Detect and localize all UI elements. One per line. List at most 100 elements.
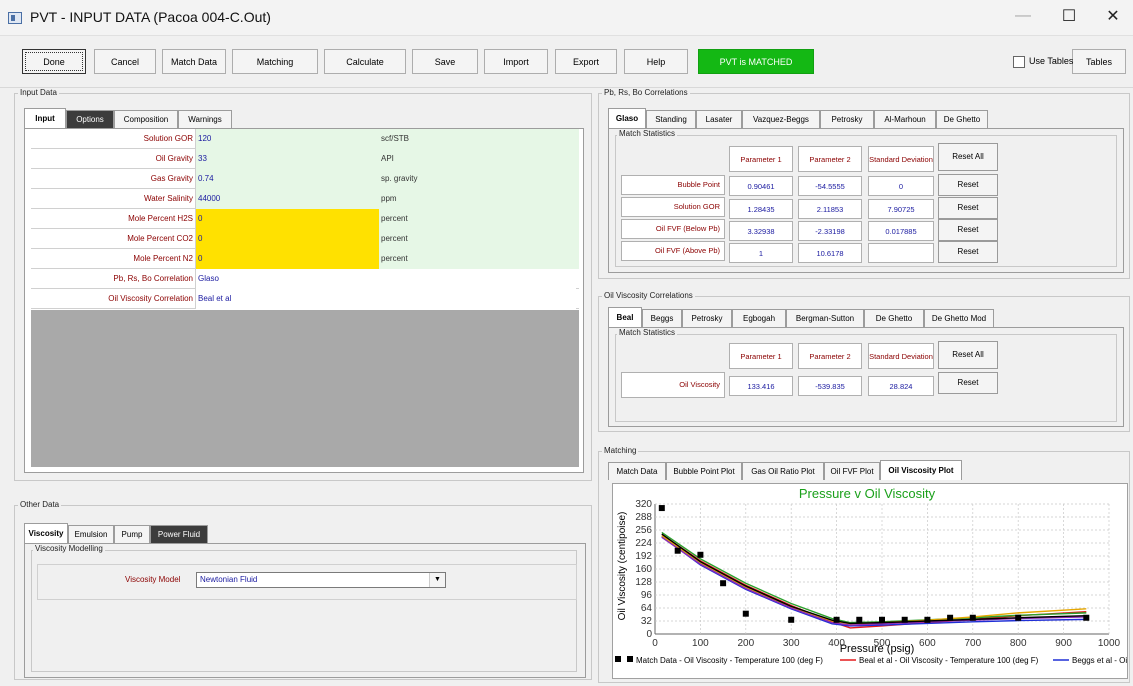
header-parameter-1: Parameter 1 — [729, 146, 793, 172]
row-label: Oil Gravity — [31, 149, 196, 169]
reset-all-button[interactable]: Reset All — [938, 341, 998, 369]
tab-petrosky[interactable]: Petrosky — [820, 110, 874, 128]
row-unit: scf/STB — [379, 129, 579, 149]
save-button[interactable]: Save — [412, 49, 478, 74]
close-button[interactable]: ✕ — [1090, 0, 1133, 32]
other-tabs: Viscosity Emulsion Pump Power Fluid — [24, 523, 324, 545]
water-salinity-field[interactable]: 44000 — [196, 189, 379, 209]
reset-button[interactable]: Reset — [938, 372, 998, 394]
x-tick-label: 300 — [783, 638, 800, 649]
tab-oil-viscosity-plot[interactable]: Oil Viscosity Plot — [880, 460, 962, 480]
tab-power-fluid[interactable]: Power Fluid — [150, 525, 208, 543]
gas-gravity-field[interactable]: 0.74 — [196, 169, 379, 189]
viscosity-panel: Viscosity Modelling Viscosity Model — [24, 543, 586, 678]
data-point — [856, 616, 863, 623]
stat-value: 7.90725 — [868, 199, 934, 219]
viscosity-correlation-field[interactable]: Beal et al — [196, 289, 576, 309]
import-button[interactable]: Import — [484, 49, 548, 74]
grid-empty-area — [31, 310, 579, 467]
viscosity-correlations-label: Oil Viscosity Correlations — [602, 291, 695, 300]
visc-tabs: Beal Beggs Petrosky Egbogah Bergman-Sutt… — [608, 307, 1128, 329]
tab-gas-oil-ratio-plot[interactable]: Gas Oil Ratio Plot — [742, 462, 824, 480]
viscosity-model-label: Viscosity Model — [125, 575, 181, 584]
pb-correlation-field[interactable]: Glaso — [196, 269, 576, 289]
minimize-button[interactable]: — — [1000, 0, 1046, 32]
data-point — [833, 616, 840, 623]
tab-beal[interactable]: Beal — [608, 307, 642, 327]
tab-pump[interactable]: Pump — [114, 525, 150, 543]
data-point — [720, 580, 727, 587]
x-tick-label: 400 — [828, 638, 845, 649]
tab-oil-fvf-plot[interactable]: Oil FVF Plot — [824, 462, 880, 480]
header-parameter-2: Parameter 2 — [798, 343, 862, 369]
pb-tabs: Glaso Standing Lasater Vazquez-Beggs Pet… — [608, 108, 1128, 130]
stat-value: 0.90461 — [729, 176, 793, 196]
table-row: Mole Percent H2S 0 percent — [31, 209, 579, 229]
done-button[interactable]: Done — [22, 49, 86, 74]
viscosity-model-select[interactable]: Newtonian Fluid ▼ — [196, 572, 446, 588]
reset-button[interactable]: Reset — [938, 219, 998, 241]
row-label: Mole Percent H2S — [31, 209, 196, 229]
reset-button[interactable]: Reset — [938, 174, 998, 196]
tab-warnings[interactable]: Warnings — [178, 110, 232, 128]
tab-petrosky[interactable]: Petrosky — [682, 309, 732, 327]
match-data-button[interactable]: Match Data — [162, 49, 226, 74]
matching-tabs: Match Data Bubble Point Plot Gas Oil Rat… — [608, 460, 1128, 482]
reset-all-button[interactable]: Reset All — [938, 143, 998, 171]
row-label: Oil Viscosity — [621, 372, 725, 398]
tab-match-data[interactable]: Match Data — [608, 462, 666, 480]
row-unit: ppm — [379, 189, 579, 209]
export-button[interactable]: Export — [555, 49, 617, 74]
cancel-button[interactable]: Cancel — [94, 49, 156, 74]
oil-gravity-field[interactable]: 33 — [196, 149, 379, 169]
solution-gor-field[interactable]: 120 — [196, 129, 379, 149]
help-button[interactable]: Help — [624, 49, 688, 74]
tab-viscosity[interactable]: Viscosity — [24, 523, 68, 543]
tab-input[interactable]: Input — [24, 108, 66, 128]
tab-beggs[interactable]: Beggs — [642, 309, 682, 327]
tab-bubble-point-plot[interactable]: Bubble Point Plot — [666, 462, 742, 480]
x-tick-label: 1000 — [1098, 638, 1121, 649]
tables-button[interactable]: Tables — [1072, 49, 1126, 74]
legend-label: Match Data - Oil Viscosity - Temperature… — [636, 656, 823, 665]
tab-composition[interactable]: Composition — [114, 110, 178, 128]
tab-egbogah[interactable]: Egbogah — [732, 309, 786, 327]
use-tables-checkbox[interactable] — [1013, 56, 1025, 68]
tab-de-ghetto[interactable]: De Ghetto — [864, 309, 924, 327]
row-label: Water Salinity — [31, 189, 196, 209]
row-label: Oil FVF (Above Pb) — [621, 241, 725, 261]
data-point — [1083, 614, 1090, 621]
maximize-button[interactable]: ☐ — [1046, 0, 1092, 32]
input-tabs: Input Options Composition Warnings — [24, 108, 594, 130]
reset-button[interactable]: Reset — [938, 241, 998, 263]
header-parameter-2: Parameter 2 — [798, 146, 862, 172]
tab-lasater[interactable]: Lasater — [696, 110, 742, 128]
use-tables-label: Use Tables — [1029, 56, 1074, 66]
row-label: Solution GOR — [621, 197, 725, 217]
h2s-field[interactable]: 0 — [196, 209, 379, 229]
tab-vazquez-beggs[interactable]: Vazquez-Beggs — [742, 110, 820, 128]
pb-correlations-label: Pb, Rs, Bo Correlations — [602, 88, 690, 97]
reset-button[interactable]: Reset — [938, 197, 998, 219]
toolbar: Done Cancel Match Data Matching Calculat… — [0, 36, 1133, 88]
tab-al-marhoun[interactable]: Al-Marhoun — [874, 110, 936, 128]
tab-bergman-sutton[interactable]: Bergman-Sutton — [786, 309, 864, 327]
stat-value: 2.11853 — [798, 199, 862, 219]
data-point — [788, 616, 795, 623]
tab-de-ghetto-mod[interactable]: De Ghetto Mod — [924, 309, 994, 327]
co2-field[interactable]: 0 — [196, 229, 379, 249]
pb-match-stats-label: Match Statistics — [617, 129, 678, 138]
tab-options[interactable]: Options — [66, 110, 114, 128]
tab-de-ghetto[interactable]: De Ghetto — [936, 110, 988, 128]
tab-standing[interactable]: Standing — [646, 110, 696, 128]
x-tick-label: 900 — [1055, 638, 1072, 649]
tab-glaso[interactable]: Glaso — [608, 108, 646, 128]
n2-field[interactable]: 0 — [196, 249, 379, 269]
matching-button[interactable]: Matching — [232, 49, 318, 74]
tab-emulsion[interactable]: Emulsion — [68, 525, 114, 543]
chevron-down-icon[interactable]: ▼ — [429, 573, 445, 587]
stat-value: 0 — [868, 176, 934, 196]
calculate-button[interactable]: Calculate — [324, 49, 406, 74]
y-tick-label: 160 — [635, 564, 652, 575]
other-data-label: Other Data — [18, 500, 62, 509]
